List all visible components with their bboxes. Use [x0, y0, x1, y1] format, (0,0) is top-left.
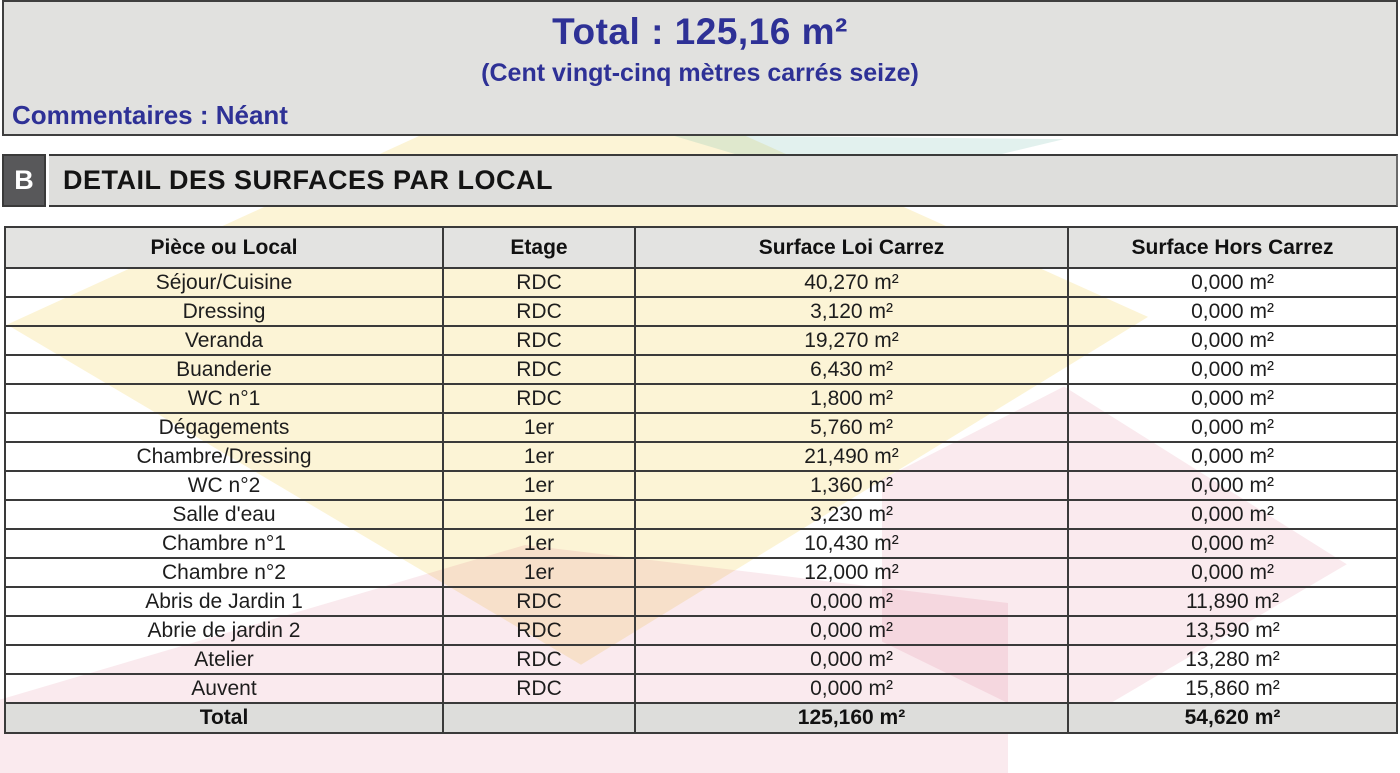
cell-etage: RDC [443, 616, 635, 645]
cell-surface-loi-carrez: 10,430 m² [635, 529, 1068, 558]
cell-surface-loi-carrez: 0,000 m² [635, 645, 1068, 674]
cell-surface-loi-carrez: 21,490 m² [635, 442, 1068, 471]
column-header-surface-loi-carrez: Surface Loi Carrez [635, 227, 1068, 268]
cell-surface-loi-carrez: 0,000 m² [635, 587, 1068, 616]
cell-surface-loi-carrez: 40,270 m² [635, 268, 1068, 297]
column-header-etage: Etage [443, 227, 635, 268]
cell-piece-ou-local: Salle d'eau [5, 500, 443, 529]
cell-etage: 1er [443, 413, 635, 442]
comments-line: Commentaires : Néant [12, 100, 288, 131]
cell-etage: 1er [443, 500, 635, 529]
cell-surface-loi-carrez: 125,160 m² [635, 703, 1068, 733]
cell-surface-loi-carrez: 12,000 m² [635, 558, 1068, 587]
cell-surface-loi-carrez: 5,760 m² [635, 413, 1068, 442]
section-letter-badge: B [2, 154, 46, 207]
table-row: DressingRDC3,120 m²0,000 m² [5, 297, 1397, 326]
cell-etage: RDC [443, 268, 635, 297]
table-header: Pièce ou LocalEtageSurface Loi CarrezSur… [5, 227, 1397, 268]
cell-surface-hors-carrez: 11,890 m² [1068, 587, 1397, 616]
cell-surface-hors-carrez: 0,000 m² [1068, 384, 1397, 413]
section-title: DETAIL DES SURFACES PAR LOCAL [49, 154, 1398, 207]
table-row: WC n°1RDC1,800 m²0,000 m² [5, 384, 1397, 413]
table-header-row: Pièce ou LocalEtageSurface Loi CarrezSur… [5, 227, 1397, 268]
cell-etage: 1er [443, 529, 635, 558]
table-row: Chambre n°11er10,430 m²0,000 m² [5, 529, 1397, 558]
table-row: AuventRDC0,000 m²15,860 m² [5, 674, 1397, 703]
cell-surface-loi-carrez: 1,800 m² [635, 384, 1068, 413]
cell-etage: RDC [443, 674, 635, 703]
table-row: Chambre n°21er12,000 m²0,000 m² [5, 558, 1397, 587]
cell-surface-hors-carrez: 13,280 m² [1068, 645, 1397, 674]
cell-piece-ou-local: Chambre n°2 [5, 558, 443, 587]
document-page: Total : 125,16 m² (Cent vingt-cinq mètre… [0, 0, 1400, 773]
table-row: Abris de Jardin 1RDC0,000 m²11,890 m² [5, 587, 1397, 616]
cell-surface-hors-carrez: 0,000 m² [1068, 471, 1397, 500]
cell-etage: RDC [443, 587, 635, 616]
column-header-surface-hors-carrez: Surface Hors Carrez [1068, 227, 1397, 268]
cell-surface-loi-carrez: 0,000 m² [635, 674, 1068, 703]
surfaces-table: Pièce ou LocalEtageSurface Loi CarrezSur… [4, 226, 1398, 734]
total-summary-box: Total : 125,16 m² (Cent vingt-cinq mètre… [2, 0, 1398, 136]
cell-piece-ou-local: Dégagements [5, 413, 443, 442]
cell-surface-loi-carrez: 19,270 m² [635, 326, 1068, 355]
cell-surface-hors-carrez: 0,000 m² [1068, 442, 1397, 471]
cell-piece-ou-local: Dressing [5, 297, 443, 326]
section-header: B DETAIL DES SURFACES PAR LOCAL [2, 154, 1398, 207]
cell-etage: 1er [443, 442, 635, 471]
cell-piece-ou-local: Auvent [5, 674, 443, 703]
cell-etage [443, 703, 635, 733]
cell-piece-ou-local: WC n°1 [5, 384, 443, 413]
total-surface-title: Total : 125,16 m² [4, 11, 1396, 53]
table-row: AtelierRDC0,000 m²13,280 m² [5, 645, 1397, 674]
table-row: Dégagements1er5,760 m²0,000 m² [5, 413, 1397, 442]
cell-surface-loi-carrez: 3,230 m² [635, 500, 1068, 529]
cell-piece-ou-local: Total [5, 703, 443, 733]
cell-etage: RDC [443, 355, 635, 384]
cell-surface-hors-carrez: 0,000 m² [1068, 558, 1397, 587]
table-row: Séjour/CuisineRDC40,270 m²0,000 m² [5, 268, 1397, 297]
cell-piece-ou-local: Chambre/Dressing [5, 442, 443, 471]
cell-piece-ou-local: Chambre n°1 [5, 529, 443, 558]
cell-etage: RDC [443, 326, 635, 355]
table-row: WC n°21er1,360 m²0,000 m² [5, 471, 1397, 500]
table-row: Abrie de jardin 2RDC0,000 m²13,590 m² [5, 616, 1397, 645]
table-body: Séjour/CuisineRDC40,270 m²0,000 m²Dressi… [5, 268, 1397, 733]
table-row: BuanderieRDC6,430 m²0,000 m² [5, 355, 1397, 384]
cell-piece-ou-local: Veranda [5, 326, 443, 355]
cell-piece-ou-local: Abris de Jardin 1 [5, 587, 443, 616]
column-header-piece-ou-local: Pièce ou Local [5, 227, 443, 268]
cell-piece-ou-local: WC n°2 [5, 471, 443, 500]
table-row: Chambre/Dressing1er21,490 m²0,000 m² [5, 442, 1397, 471]
cell-etage: RDC [443, 297, 635, 326]
cell-etage: 1er [443, 558, 635, 587]
cell-etage: RDC [443, 645, 635, 674]
table-row: Salle d'eau1er3,230 m²0,000 m² [5, 500, 1397, 529]
cell-surface-hors-carrez: 15,860 m² [1068, 674, 1397, 703]
cell-surface-hors-carrez: 0,000 m² [1068, 268, 1397, 297]
cell-surface-loi-carrez: 6,430 m² [635, 355, 1068, 384]
cell-surface-loi-carrez: 1,360 m² [635, 471, 1068, 500]
cell-piece-ou-local: Buanderie [5, 355, 443, 384]
cell-surface-loi-carrez: 0,000 m² [635, 616, 1068, 645]
table-total-row: Total 125,160 m²54,620 m² [5, 703, 1397, 733]
cell-surface-hors-carrez: 0,000 m² [1068, 500, 1397, 529]
cell-surface-hors-carrez: 54,620 m² [1068, 703, 1397, 733]
cell-piece-ou-local: Atelier [5, 645, 443, 674]
cell-piece-ou-local: Séjour/Cuisine [5, 268, 443, 297]
table-row: VerandaRDC19,270 m²0,000 m² [5, 326, 1397, 355]
cell-surface-loi-carrez: 3,120 m² [635, 297, 1068, 326]
cell-piece-ou-local: Abrie de jardin 2 [5, 616, 443, 645]
cell-surface-hors-carrez: 0,000 m² [1068, 355, 1397, 384]
cell-surface-hors-carrez: 0,000 m² [1068, 529, 1397, 558]
cell-surface-hors-carrez: 13,590 m² [1068, 616, 1397, 645]
cell-surface-hors-carrez: 0,000 m² [1068, 326, 1397, 355]
cell-surface-hors-carrez: 0,000 m² [1068, 413, 1397, 442]
total-surface-in-words: (Cent vingt-cinq mètres carrés seize) [4, 59, 1396, 88]
cell-etage: 1er [443, 471, 635, 500]
cell-surface-hors-carrez: 0,000 m² [1068, 297, 1397, 326]
cell-etage: RDC [443, 384, 635, 413]
